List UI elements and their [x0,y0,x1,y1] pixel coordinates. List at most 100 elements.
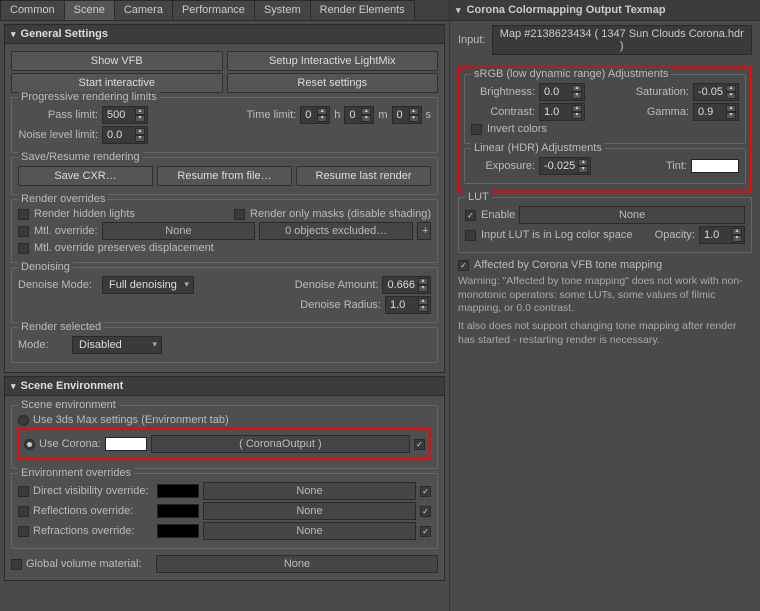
resume-last-button[interactable]: Resume last render [296,166,431,186]
render-selected-mode-label: Mode: [18,339,68,351]
direct-vis-check[interactable] [18,486,29,497]
reset-settings-button[interactable]: Reset settings [227,73,439,93]
render-selected-mode-dropdown[interactable]: Disabled [72,336,162,354]
direct-vis-swatch[interactable] [157,484,199,498]
tab-render-elements[interactable]: Render Elements [310,0,415,20]
warning-text-2: It also does not support changing tone m… [458,320,752,347]
render-tabs: Common Scene Camera Performance System R… [0,0,449,21]
group-scene-env: Scene environment [18,399,119,411]
invert-colors-check[interactable]: Invert colors [471,123,547,135]
rollout-title: Scene Environment [21,380,124,392]
opacity-label: Opacity: [655,229,695,241]
tab-camera[interactable]: Camera [114,0,173,20]
lut-log-check[interactable]: Input LUT is in Log color space [465,229,632,241]
add-exclude-button[interactable]: + [417,222,431,240]
denoise-amount-label: Denoise Amount: [295,279,379,291]
texmap-title-bar: ▾ Corona Colormapping Output Texmap [450,0,760,21]
use-corona-radio[interactable] [24,439,35,450]
group-srgb: sRGB (low dynamic range) Adjustments [471,68,671,80]
reflections-check[interactable] [18,506,29,517]
refractions-slot[interactable]: None [203,522,416,540]
render-only-masks-check[interactable]: Render only masks (disable shading) [234,208,431,220]
start-interactive-button[interactable]: Start interactive [11,73,223,93]
denoise-amount-spinner[interactable]: 0.666▴▾ [382,276,431,294]
global-volume-check[interactable] [11,559,22,570]
refractions-label: Refractions override: [33,525,153,537]
group-save-resume: Save/Resume rendering [18,151,143,163]
tab-system[interactable]: System [254,0,311,20]
mtl-override-check[interactable]: Mtl. override: [18,225,98,237]
gamma-spinner[interactable]: 0.9▴▾ [693,103,739,121]
saturation-label: Saturation: [636,86,689,98]
noise-limit-label: Noise level limit: [18,129,98,141]
brightness-label: Brightness: [471,86,535,98]
saturation-spinner[interactable]: -0.05▴▾ [693,83,739,101]
tint-swatch[interactable] [691,159,739,173]
corona-color-swatch[interactable] [105,437,147,451]
refractions-swatch[interactable] [157,524,199,538]
group-env-overrides: Environment overrides [18,467,134,479]
tab-performance[interactable]: Performance [172,0,255,20]
objects-excluded-button[interactable]: 0 objects excluded… [259,222,413,240]
caret-down-icon: ▾ [456,5,461,16]
brightness-spinner[interactable]: 0.0▴▾ [539,83,585,101]
pass-limit-spinner[interactable]: 500▴▾ [102,106,148,124]
affected-tonemapping-check[interactable]: Affected by Corona VFB tone mapping [458,259,662,271]
exposure-label: Exposure: [471,160,535,172]
denoise-mode-label: Denoise Mode: [18,279,98,291]
input-map-slot[interactable]: Map #2138623434 ( 1347 Sun Clouds Corona… [492,25,752,55]
exposure-spinner[interactable]: -0.025▴▾ [539,157,591,175]
opacity-spinner[interactable]: 1.0▴▾ [699,226,745,244]
corona-env-slot[interactable]: ( CoronaOutput ) [151,435,410,453]
direct-vis-label: Direct visibility override: [33,485,153,497]
reflections-map-check[interactable] [420,506,431,517]
group-lut: LUT [465,191,492,203]
time-h-spinner[interactable]: 0▴▾ [300,106,330,124]
global-volume-label: Global volume material: [26,558,152,570]
save-cxr-button[interactable]: Save CXR… [18,166,153,186]
show-vfb-button[interactable]: Show VFB [11,51,223,71]
tint-label: Tint: [666,160,687,172]
tab-common[interactable]: Common [0,0,65,20]
denoise-mode-dropdown[interactable]: Full denoising [102,276,194,294]
rollout-scene-environment[interactable]: ▾ Scene Environment [4,376,445,396]
preserve-displacement-check[interactable]: Mtl. override preserves displacement [18,242,214,254]
setup-lightmix-button[interactable]: Setup Interactive LightMix [227,51,439,71]
noise-limit-spinner[interactable]: 0.0▴▾ [102,126,148,144]
contrast-spinner[interactable]: 1.0▴▾ [539,103,585,121]
group-denoising: Denoising [18,261,73,273]
group-progressive-limits: Progressive rendering limits [18,91,160,103]
use-3dsmax-radio[interactable] [18,415,29,426]
lut-slot[interactable]: None [519,206,745,224]
group-render-overrides: Render overrides [18,193,108,205]
contrast-label: Contrast: [471,106,535,118]
rollout-title: General Settings [21,28,108,40]
warning-text-1: Warning: "Affected by tone mapping" does… [458,275,752,316]
render-hidden-lights-check[interactable]: Render hidden lights [18,208,135,220]
denoise-radius-label: Denoise Radius: [300,299,381,311]
tab-scene[interactable]: Scene [64,0,115,20]
resume-file-button[interactable]: Resume from file… [157,166,292,186]
time-m-spinner[interactable]: 0▴▾ [344,106,374,124]
caret-down-icon: ▾ [11,29,16,40]
refractions-check[interactable] [18,526,29,537]
texmap-title: Corona Colormapping Output Texmap [467,4,666,16]
lut-enable-check[interactable]: Enable [465,209,515,221]
direct-vis-slot[interactable]: None [203,482,416,500]
caret-down-icon: ▾ [11,381,16,392]
reflections-slot[interactable]: None [203,502,416,520]
use-corona-label: Use Corona: [39,438,101,450]
corona-env-enable-check[interactable] [414,439,425,450]
gamma-label: Gamma: [647,106,689,118]
mtl-override-slot[interactable]: None [102,222,256,240]
reflections-swatch[interactable] [157,504,199,518]
refractions-map-check[interactable] [420,526,431,537]
reflections-label: Reflections override: [33,505,153,517]
direct-vis-map-check[interactable] [420,486,431,497]
time-s-spinner[interactable]: 0▴▾ [392,106,422,124]
rollout-general-settings[interactable]: ▾ General Settings [4,24,445,44]
use-3dsmax-label: Use 3ds Max settings (Environment tab) [33,414,229,426]
denoise-radius-spinner[interactable]: 1.0▴▾ [385,296,431,314]
global-volume-slot[interactable]: None [156,555,438,573]
input-label: Input: [458,34,486,46]
